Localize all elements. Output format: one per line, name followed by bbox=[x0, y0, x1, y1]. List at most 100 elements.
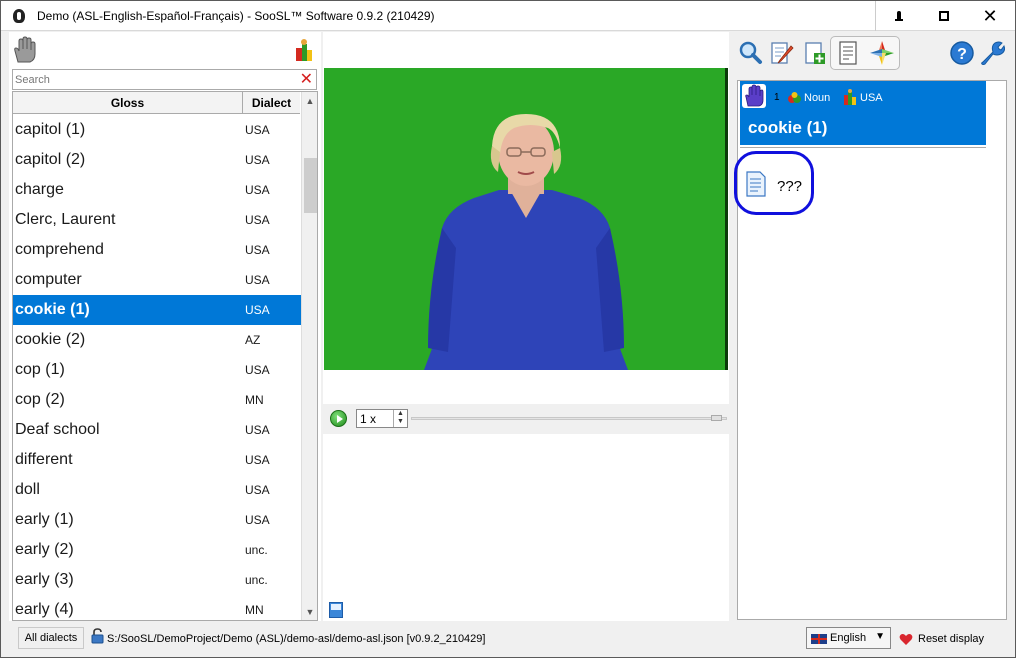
table-row[interactable]: comprehend USA bbox=[13, 235, 301, 265]
view-toggle-group bbox=[830, 36, 900, 70]
table-row[interactable]: early (3) unc. bbox=[13, 565, 301, 595]
table-row[interactable]: cop (2) MN bbox=[13, 385, 301, 415]
scroll-up-icon[interactable]: ▲ bbox=[302, 92, 317, 109]
chevron-down-icon[interactable]: ▼ bbox=[394, 418, 407, 426]
signer-figure bbox=[424, 114, 628, 370]
gloss-cell: Clerc, Laurent bbox=[15, 211, 116, 228]
help-icon[interactable]: ? bbox=[949, 40, 975, 66]
status-bar: All dialects S:/SooSL/DemoProject/Demo (… bbox=[1, 623, 1015, 657]
gloss-cell: charge bbox=[15, 181, 64, 198]
gloss-cell: doll bbox=[15, 481, 40, 498]
sign-video[interactable] bbox=[324, 68, 728, 370]
gloss-cell: early (1) bbox=[15, 511, 74, 528]
seek-handle[interactable] bbox=[711, 415, 722, 421]
list-scrollbar[interactable]: ▲ ▼ bbox=[301, 92, 317, 620]
dialect-cell: unc. bbox=[245, 543, 268, 557]
app-window: Demo (ASL-English-Español-Français) - So… bbox=[0, 0, 1016, 658]
search-icon[interactable] bbox=[737, 40, 763, 66]
all-dialects-button[interactable]: All dialects bbox=[18, 627, 84, 649]
table-row[interactable]: cookie (1) USA bbox=[13, 295, 301, 325]
table-row[interactable]: capitol (1) USA bbox=[13, 115, 301, 145]
dialect-cell: USA bbox=[245, 153, 270, 167]
add-sign-icon[interactable] bbox=[801, 40, 827, 66]
compass-view-icon[interactable] bbox=[869, 40, 895, 66]
sentence-area bbox=[323, 436, 729, 594]
table-row[interactable]: charge USA bbox=[13, 175, 301, 205]
gloss-cell: cookie (2) bbox=[15, 331, 86, 348]
speed-value: 1 x bbox=[360, 412, 377, 426]
language-select[interactable]: English ▼ bbox=[806, 627, 891, 649]
dialect-cell: USA bbox=[245, 213, 270, 227]
sense-text: ??? bbox=[777, 178, 803, 195]
chevron-up-icon[interactable]: ▲ bbox=[394, 410, 407, 418]
table-row[interactable]: computer USA bbox=[13, 265, 301, 295]
sign-header[interactable]: 1 Noun USA cookie (1) bbox=[740, 81, 986, 145]
table-row[interactable]: early (4) MN bbox=[13, 595, 301, 620]
gloss-cell: comprehend bbox=[15, 241, 104, 258]
maximize-icon bbox=[939, 11, 949, 21]
dialect-cell: USA bbox=[245, 183, 270, 197]
column-header-gloss[interactable]: Gloss bbox=[13, 92, 243, 113]
table-row[interactable]: doll USA bbox=[13, 475, 301, 505]
speed-stepper[interactable]: ▲ ▼ bbox=[393, 410, 407, 427]
table-row[interactable]: different USA bbox=[13, 445, 301, 475]
gloss-cell: early (2) bbox=[15, 541, 74, 558]
gloss-cell: capitol (1) bbox=[15, 121, 86, 138]
table-row[interactable]: Deaf school USA bbox=[13, 415, 301, 445]
clear-search-icon[interactable]: ✕ bbox=[300, 71, 313, 88]
search-box: ✕ bbox=[12, 69, 317, 90]
info-view-icon[interactable] bbox=[836, 40, 862, 66]
sign-hand-icon bbox=[742, 84, 766, 108]
reset-display-button[interactable]: Reset display bbox=[899, 629, 984, 649]
dialect-cell: USA bbox=[245, 123, 270, 137]
title-bar: Demo (ASL-English-Español-Français) - So… bbox=[1, 1, 1015, 31]
dialect-cell: MN bbox=[245, 393, 264, 407]
gloss-cell: different bbox=[15, 451, 73, 468]
scroll-down-icon[interactable]: ▼ bbox=[302, 603, 317, 620]
settings-wrench-icon[interactable] bbox=[979, 40, 1005, 66]
dialect-icon bbox=[844, 89, 856, 105]
table-row[interactable]: cookie (2) AZ bbox=[13, 325, 301, 355]
table-header: Gloss Dialect bbox=[13, 92, 300, 114]
gloss-cell: Deaf school bbox=[15, 421, 100, 438]
column-header-dialect[interactable]: Dialect bbox=[243, 92, 300, 113]
gloss-cell: cop (1) bbox=[15, 361, 65, 378]
table-row[interactable]: Clerc, Laurent USA bbox=[13, 205, 301, 235]
project-path: S:/SooSL/DemoProject/Demo (ASL)/demo-asl… bbox=[107, 633, 486, 645]
dialect-cell: USA bbox=[245, 423, 270, 437]
notes-icon[interactable] bbox=[329, 602, 343, 618]
divider bbox=[740, 147, 986, 148]
lock-icon[interactable] bbox=[91, 628, 104, 644]
seek-slider[interactable] bbox=[411, 417, 727, 420]
dialect-cell: AZ bbox=[245, 333, 261, 347]
scroll-thumb[interactable] bbox=[304, 158, 317, 213]
play-icon[interactable] bbox=[330, 410, 347, 427]
reset-display-label: Reset display bbox=[918, 633, 985, 645]
maximize-button[interactable] bbox=[921, 1, 967, 31]
table-row[interactable]: capitol (2) USA bbox=[13, 145, 301, 175]
gloss-cell: cop (2) bbox=[15, 391, 65, 408]
table-row[interactable]: cop (1) USA bbox=[13, 355, 301, 385]
table-row[interactable]: early (1) USA bbox=[13, 505, 301, 535]
gloss-list-panel: ✕ Gloss Dialect capitol (1)USAcapitol (2… bbox=[9, 32, 321, 621]
sense-item[interactable]: ??? bbox=[734, 151, 814, 215]
close-button[interactable]: ✕ bbox=[967, 1, 1013, 31]
speed-spinbox[interactable]: 1 x ▲ ▼ bbox=[356, 409, 408, 428]
gloss-rows: capitol (1) USA capitol (2) USA charge USA Cle… bbox=[13, 115, 301, 620]
table-row[interactable]: early (2) unc. bbox=[13, 535, 301, 565]
playback-controls: 1 x ▲ ▼ bbox=[323, 404, 729, 434]
document-icon bbox=[746, 171, 766, 197]
window-title: Demo (ASL-English-Español-Français) - So… bbox=[37, 9, 435, 23]
hand-icon[interactable] bbox=[11, 36, 37, 64]
minimize-button[interactable] bbox=[875, 1, 921, 31]
dialect-filter-icon[interactable] bbox=[295, 38, 313, 62]
sign-dialect: USA bbox=[860, 92, 883, 104]
part-of-speech: Noun bbox=[804, 92, 831, 104]
search-input[interactable] bbox=[15, 72, 295, 88]
gloss-cell: early (3) bbox=[15, 571, 74, 588]
minimize-icon bbox=[894, 11, 904, 21]
sign-detail: 1 Noun USA cookie (1) ??? bbox=[734, 80, 1007, 620]
edit-sign-icon[interactable] bbox=[769, 40, 795, 66]
sign-info-panel: ? 1 Noun USA cookie (1) ??? bbox=[731, 32, 1015, 621]
sense-number: 1 bbox=[774, 92, 780, 103]
